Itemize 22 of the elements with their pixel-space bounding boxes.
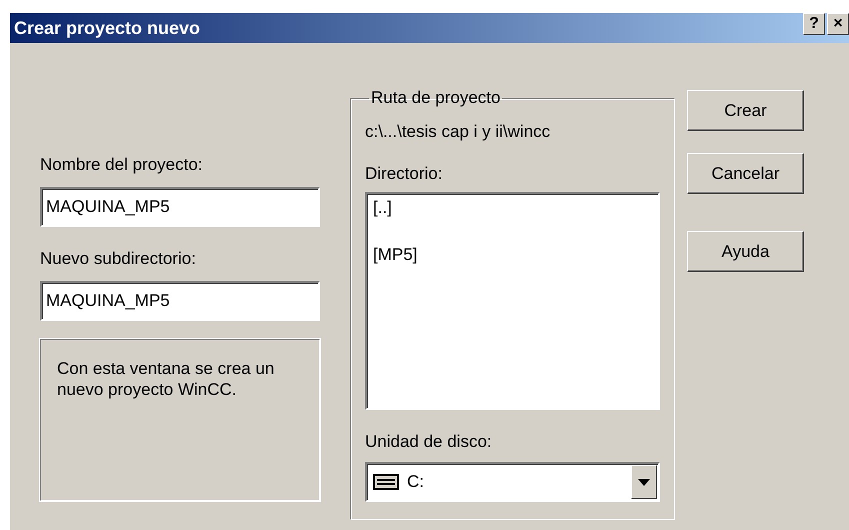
- dropdown-button[interactable]: [631, 465, 657, 499]
- help-button[interactable]: ?: [803, 13, 825, 35]
- window-title: Crear proyecto nuevo: [13, 18, 200, 38]
- close-button[interactable]: ×: [827, 13, 849, 35]
- info-text: Con esta ventana se crea un nuevo proyecto WinCC.: [57, 358, 276, 400]
- drive-dropdown[interactable]: C:: [365, 462, 660, 502]
- subdirectory-field[interactable]: MAQUINA_MP5: [40, 281, 320, 321]
- group-title: Ruta de proyecto: [370, 88, 502, 108]
- path-text: c:\...\tesis cap i y ii\wincc: [365, 122, 552, 142]
- dialog-button[interactable]: Cancelar: [687, 153, 804, 194]
- project-name-field[interactable]: MAQUINA_MP5: [40, 187, 320, 227]
- caret-icon: [638, 478, 650, 486]
- field-label: Nombre del proyecto:: [40, 155, 204, 175]
- dialog-button[interactable]: Crear: [687, 90, 804, 131]
- drive-icon: [373, 474, 399, 490]
- dialog-button[interactable]: Ayuda: [687, 231, 804, 272]
- field-label: Directorio:: [365, 164, 444, 184]
- field-label: Unidad de disco:: [365, 432, 493, 452]
- directory-item[interactable]: [MP5]: [373, 245, 652, 265]
- directory-list[interactable]: [..] [MP5]: [365, 192, 660, 410]
- field-label: Nuevo subdirectorio:: [40, 249, 197, 269]
- directory-item[interactable]: [..]: [373, 198, 652, 218]
